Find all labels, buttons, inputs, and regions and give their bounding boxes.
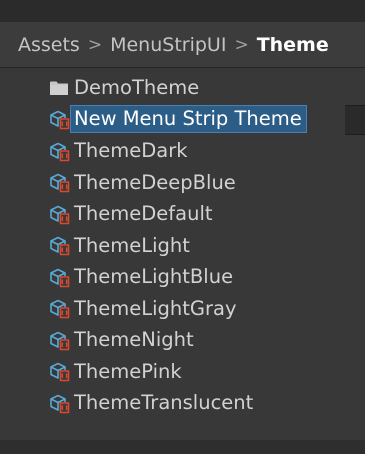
- breadcrumb-menustripui[interactable]: MenuStripUI: [110, 34, 226, 56]
- scriptable-object-icon: [48, 297, 70, 319]
- list-item-asset[interactable]: ThemeNight: [0, 324, 365, 356]
- footer-strip: [0, 440, 365, 454]
- list-item-label: ThemeDeepBlue: [74, 170, 236, 194]
- list-item-label: ThemeNight: [74, 328, 194, 352]
- breadcrumb-separator: >: [87, 34, 103, 55]
- scriptable-object-icon: [48, 234, 70, 256]
- list-item-label: DemoTheme: [74, 76, 200, 100]
- list-item-asset[interactable]: ThemeDefault: [0, 198, 365, 230]
- list-item-asset[interactable]: ThemeDark: [0, 135, 365, 167]
- scriptable-object-icon: [48, 203, 70, 225]
- breadcrumb-separator: >: [234, 34, 249, 55]
- list-item-asset[interactable]: New Menu Strip Theme: [0, 104, 365, 136]
- list-item-label: ThemeTranslucent: [74, 391, 254, 415]
- scriptable-object-icon: [48, 108, 70, 130]
- breadcrumb-assets[interactable]: Assets: [18, 34, 80, 56]
- scriptable-object-icon: [48, 329, 70, 351]
- list-item-folder[interactable]: DemoTheme: [0, 72, 365, 104]
- scriptable-object-icon: [48, 360, 70, 382]
- list-item-label: ThemeLightGray: [74, 296, 237, 320]
- scriptable-object-icon: [48, 140, 70, 162]
- rename-input-box[interactable]: [345, 104, 365, 135]
- list-item-asset[interactable]: ThemePink: [0, 356, 365, 388]
- project-window: Assets > MenuStripUI > Theme DemoTheme N…: [0, 0, 365, 454]
- list-item-asset[interactable]: ThemeLight: [0, 230, 365, 262]
- rename-field[interactable]: New Menu Strip Theme: [70, 105, 307, 134]
- window-tab-strip: [0, 0, 365, 22]
- list-item-asset[interactable]: ThemeLightBlue: [0, 261, 365, 293]
- breadcrumb-theme[interactable]: Theme: [257, 34, 329, 56]
- list-item-label: ThemeDark: [74, 139, 188, 163]
- list-item-asset[interactable]: ThemeTranslucent: [0, 387, 365, 419]
- list-item-label: ThemePink: [74, 359, 182, 383]
- scriptable-object-icon: [48, 171, 70, 193]
- list-item-asset[interactable]: ThemeLightGray: [0, 293, 365, 325]
- list-item-label: ThemeLight: [74, 233, 190, 257]
- list-item-label: ThemeLightBlue: [74, 265, 234, 289]
- scriptable-object-icon: [48, 266, 70, 288]
- folder-icon: [48, 77, 70, 99]
- list-item-asset[interactable]: ThemeDeepBlue: [0, 167, 365, 199]
- asset-list: DemoTheme New Menu Strip Theme ThemeDark T…: [0, 72, 365, 419]
- scriptable-object-icon: [48, 392, 70, 414]
- breadcrumb: Assets > MenuStripUI > Theme: [0, 22, 365, 68]
- list-item-label: ThemeDefault: [74, 202, 213, 226]
